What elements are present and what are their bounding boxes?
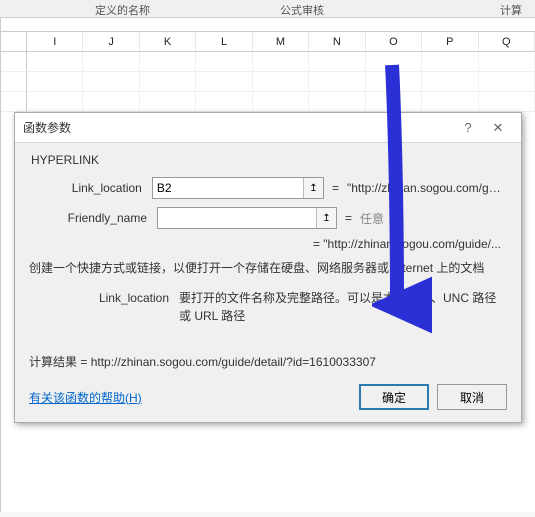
equals-sign: =: [337, 211, 360, 225]
calculation-result: 计算结果 = http://zhinan.sogou.com/guide/det…: [29, 353, 507, 370]
range-selector-icon[interactable]: ↥: [316, 208, 336, 228]
column-headers: I J K L M N O P Q: [1, 32, 535, 52]
col-header[interactable]: K: [140, 32, 196, 51]
function-description: 创建一个快捷方式或链接，以便打开一个存储在硬盘、网络服务器或 Internet …: [29, 259, 507, 277]
arg-result: "http://zhinan.sogou.com/guide/...: [347, 181, 507, 195]
col-header[interactable]: J: [83, 32, 139, 51]
evaluation-line: = "http://zhinan.sogou.com/guide/...: [29, 237, 507, 251]
col-header[interactable]: P: [422, 32, 478, 51]
arg-label: Friendly_name: [29, 211, 157, 225]
col-header[interactable]: L: [196, 32, 252, 51]
arg-label: Link_location: [29, 181, 152, 195]
ok-button[interactable]: 确定: [359, 384, 429, 410]
col-header[interactable]: O: [366, 32, 422, 51]
function-arguments-dialog: 函数参数 ? ✕ HYPERLINK Link_location ↥ = "ht…: [14, 112, 522, 423]
col-header[interactable]: I: [27, 32, 83, 51]
function-name: HYPERLINK: [31, 153, 507, 167]
arg-desc-label: Link_location: [29, 289, 179, 325]
ribbon-group-audit: 公式审核: [280, 2, 324, 18]
dialog-titlebar[interactable]: 函数参数 ? ✕: [15, 113, 521, 143]
dialog-title: 函数参数: [23, 119, 453, 136]
argument-description: Link_location 要打开的文件名称及完整路径。可以是本地硬盘、UNC …: [29, 289, 507, 325]
friendly-name-input[interactable]: [157, 207, 337, 229]
equals-sign: =: [324, 181, 347, 195]
arg-row-friendly-name: Friendly_name ↥ = 任意: [29, 207, 507, 229]
arg-result: 任意: [360, 210, 384, 227]
ribbon-groups: 定义的名称 公式审核 计算: [0, 0, 535, 18]
help-icon[interactable]: ?: [453, 117, 483, 139]
arg-desc-text: 要打开的文件名称及完整路径。可以是本地硬盘、UNC 路径或 URL 路径: [179, 289, 507, 325]
help-link[interactable]: 有关该函数的帮助(H): [29, 389, 142, 406]
arg-row-link-location: Link_location ↥ = "http://zhinan.sogou.c…: [29, 177, 507, 199]
link-location-input[interactable]: [152, 177, 324, 199]
cancel-button[interactable]: 取消: [437, 384, 507, 410]
range-selector-icon[interactable]: ↥: [303, 178, 323, 198]
col-header[interactable]: N: [309, 32, 365, 51]
col-header[interactable]: Q: [479, 32, 535, 51]
ribbon-group-names: 定义的名称: [95, 2, 150, 18]
close-icon[interactable]: ✕: [483, 117, 513, 139]
ribbon-group-calc: 计算: [500, 2, 522, 18]
col-header[interactable]: M: [253, 32, 309, 51]
